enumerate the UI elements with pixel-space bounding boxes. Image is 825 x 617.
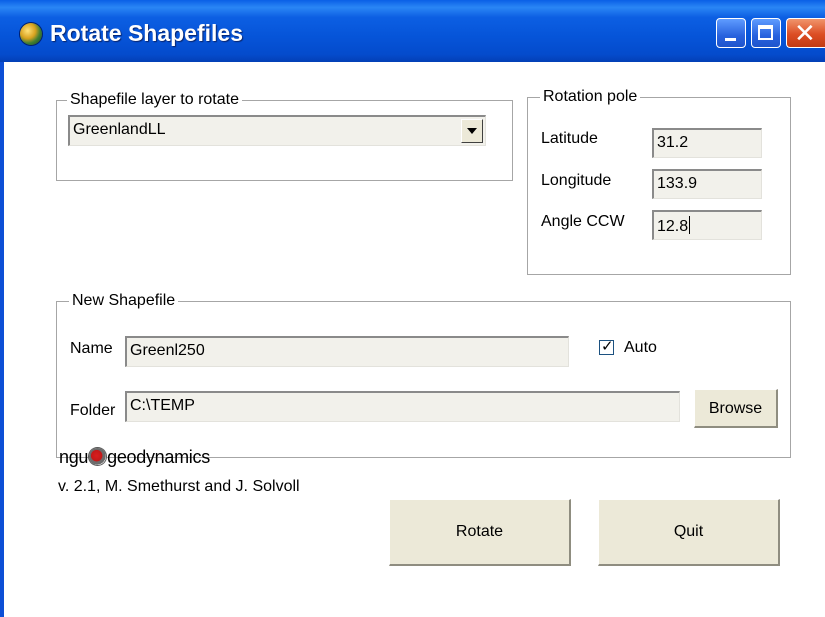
ngu-geodynamics-logo: ngu geodynamics [59, 447, 210, 468]
rotate-button[interactable]: Rotate [389, 499, 571, 566]
auto-label[interactable]: Auto [624, 338, 657, 358]
layer-select-toggle[interactable] [461, 119, 483, 143]
maximize-button[interactable] [751, 18, 781, 48]
auto-checkbox[interactable]: ✓ [599, 338, 614, 355]
longitude-label: Longitude [541, 172, 612, 189]
minimize-button[interactable] [716, 18, 746, 48]
text-caret [689, 216, 691, 234]
name-input[interactable]: Greenl250 [125, 336, 569, 367]
rotation-pole-legend: Rotation pole [540, 87, 641, 107]
angle-ccw-input[interactable]: 12.8 [652, 210, 762, 240]
angle-ccw-value: 12.8 [657, 218, 689, 235]
layer-select[interactable]: GreenlandLL [68, 115, 486, 146]
browse-button[interactable]: Browse [694, 389, 778, 428]
layer-group: Shapefile layer to rotate GreenlandLL [56, 90, 513, 181]
new-shapefile-group: New Shapefile [56, 291, 791, 458]
layer-group-legend: Shapefile layer to rotate [67, 90, 242, 110]
folder-label: Folder [70, 402, 116, 419]
close-icon: ✕ [794, 18, 816, 48]
new-shapefile-legend: New Shapefile [69, 291, 179, 311]
logo-prefix: ngu [59, 447, 89, 467]
checkmark-icon: ✓ [601, 338, 614, 355]
rotate-shapefiles-window: Rotate Shapefiles ✕ Shapefile layer to r… [0, 0, 825, 617]
layer-select-value: GreenlandLL [73, 121, 166, 138]
maximize-icon [758, 25, 773, 40]
longitude-input[interactable]: 133.9 [652, 169, 762, 199]
minimize-icon [725, 38, 736, 41]
version-text: v. 2.1, M. Smethurst and J. Solvoll [58, 478, 300, 495]
name-label: Name [70, 340, 113, 357]
latitude-input[interactable]: 31.2 [652, 128, 762, 158]
folder-input[interactable]: C:\TEMP [125, 391, 680, 422]
logo-suffix: geodynamics [107, 447, 210, 467]
title-bar[interactable]: Rotate Shapefiles ✕ [0, 0, 825, 62]
ngu-logo-icon [89, 448, 107, 465]
angle-ccw-label: Angle CCW [541, 213, 625, 230]
quit-button[interactable]: Quit [598, 499, 780, 566]
window-title: Rotate Shapefiles [50, 20, 243, 46]
globe-icon [20, 23, 42, 45]
close-button[interactable]: ✕ [786, 18, 825, 48]
latitude-label: Latitude [541, 130, 598, 147]
chevron-down-icon [467, 128, 477, 134]
